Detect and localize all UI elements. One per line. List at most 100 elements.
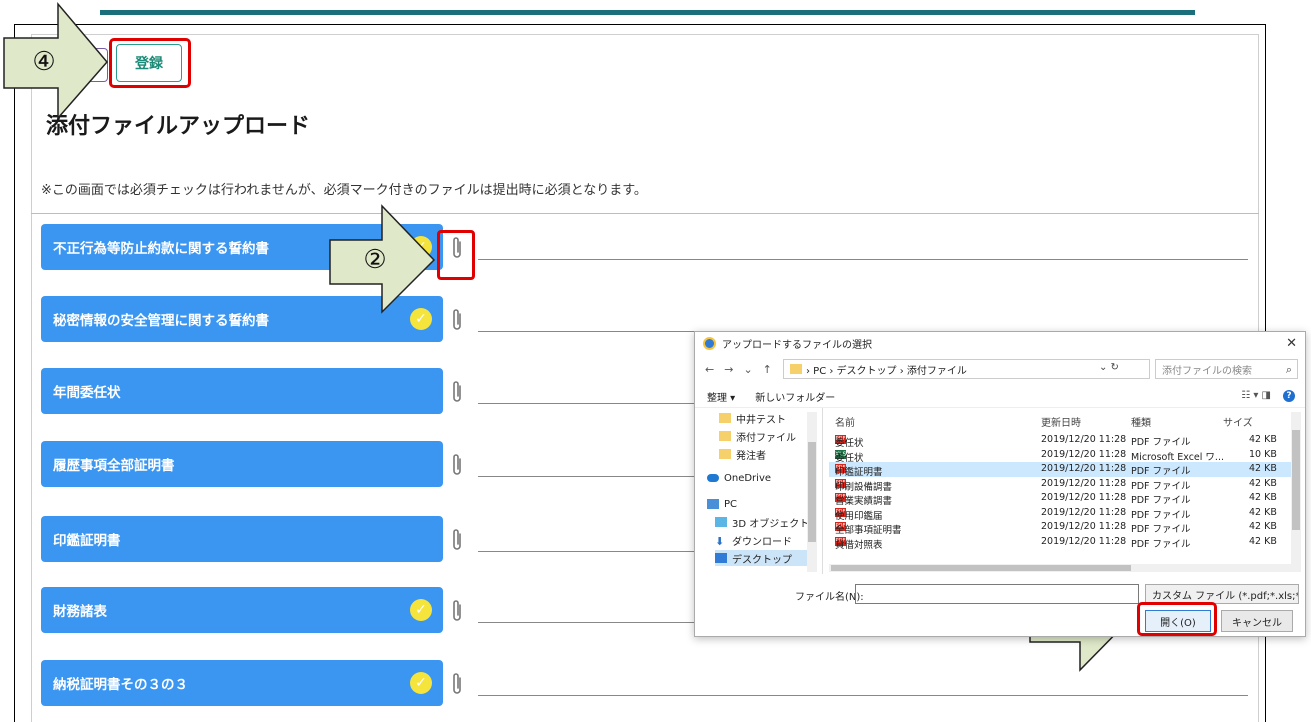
- pc-icon: [707, 499, 719, 509]
- tree-item-label: 発注者: [736, 450, 766, 462]
- up-arrow-icon[interactable]: ↑: [763, 363, 772, 376]
- search-input[interactable]: 添付ファイルの検索 ⌕: [1155, 359, 1298, 379]
- back-button-partial[interactable]: [84, 48, 108, 82]
- horizontal-scrollbar[interactable]: [829, 564, 1291, 572]
- list-scrollbar[interactable]: [1291, 412, 1301, 572]
- tree-item[interactable]: OneDrive: [707, 470, 771, 486]
- refresh-icon[interactable]: ⌄ ↻: [1099, 362, 1119, 373]
- tree-item-label: ダウンロード: [732, 536, 792, 548]
- file-date: 2019/12/20 11:28: [1041, 506, 1127, 518]
- file-row[interactable]: PDF 全部事項証明書 2019/12/20 11:28 PDF ファイル 42 KB: [829, 520, 1293, 536]
- document-button[interactable]: 年間委任状: [41, 368, 443, 414]
- close-icon[interactable]: ✕: [1286, 336, 1297, 351]
- desktop-icon: [715, 553, 727, 563]
- tree-item[interactable]: 中井テスト: [719, 410, 786, 426]
- paperclip-icon[interactable]: [448, 306, 466, 334]
- document-label: 納税証明書その３の３: [53, 677, 188, 693]
- document-label: 印鑑証明書: [53, 533, 121, 549]
- document-button[interactable]: 秘密情報の安全管理に関する誓約書: [41, 296, 443, 342]
- file-type: PDF ファイル: [1131, 509, 1191, 521]
- address-bar[interactable]: › PC › デスクトップ › 添付ファイル: [783, 359, 1150, 379]
- organize-menu[interactable]: 整理 ▾: [707, 389, 735, 404]
- file-size: 42 KB: [1249, 463, 1277, 474]
- paperclip-icon[interactable]: [448, 451, 466, 479]
- file-type-filter[interactable]: カスタム ファイル (*.pdf;*.xls;*.xlsx;: [1145, 584, 1299, 604]
- tree-item[interactable]: 添付ファイル: [719, 428, 796, 444]
- breadcrumb: › PC › デスクトップ › 添付ファイル: [806, 365, 967, 377]
- folder-icon: [790, 364, 802, 374]
- file-row[interactable]: PDF 営業実績調書 2019/12/20 11:28 PDF ファイル 42 KB: [829, 491, 1293, 507]
- tree-scrollbar[interactable]: [807, 412, 817, 572]
- file-size: 10 KB: [1249, 448, 1277, 460]
- tree-item[interactable]: 発注者: [719, 446, 766, 462]
- marker-2: ②: [363, 245, 387, 275]
- tree-item[interactable]: PC: [707, 496, 737, 512]
- file-list-header: 名前 更新日時 種類 サイズ: [829, 412, 1299, 430]
- file-row[interactable]: XLS 委任状 2019/12/20 11:28 Microsoft Excel ワ.…: [829, 448, 1293, 464]
- file-date: 2019/12/20 11:28: [1041, 434, 1127, 445]
- document-button[interactable]: 印鑑証明書: [41, 516, 443, 562]
- document-button[interactable]: 履歴事項全部証明書: [41, 441, 443, 487]
- file-row[interactable]: PDF 印刷設備調書 2019/12/20 11:28 PDF ファイル 42 KB: [829, 477, 1293, 493]
- file-row[interactable]: PDF 使用印鑑届 2019/12/20 11:28 PDF ファイル 42 KB: [829, 506, 1293, 522]
- file-type: PDF ファイル: [1131, 495, 1191, 506]
- file-date: 2019/12/20 11:28: [1041, 535, 1127, 547]
- page-title: 添付ファイルアップロード: [46, 114, 311, 139]
- marker-4: ④: [32, 47, 56, 77]
- folder-icon: [719, 449, 731, 459]
- file-date: 2019/12/20 11:28: [1041, 492, 1127, 503]
- document-label: 秘密情報の安全管理に関する誓約書: [53, 313, 269, 329]
- file-name-line: [478, 259, 1248, 260]
- paperclip-icon[interactable]: [448, 526, 466, 554]
- forward-arrow-icon[interactable]: →: [724, 363, 733, 376]
- tree-item[interactable]: デスクトップ: [715, 550, 817, 566]
- paperclip-icon[interactable]: [448, 670, 466, 698]
- open-highlight: [1137, 602, 1217, 636]
- document-label: 不正行為等防止約款に関する誓約書: [53, 241, 269, 257]
- 3d-objects-icon: [715, 517, 727, 527]
- file-date: 2019/12/20 11:28: [1041, 521, 1127, 532]
- new-folder-button[interactable]: 新しいフォルダー: [755, 389, 835, 404]
- history-dropdown-icon[interactable]: ⌄: [743, 363, 752, 376]
- file-size: 42 KB: [1249, 506, 1277, 518]
- filename-label: ファイル名(N):: [795, 592, 864, 603]
- column-size[interactable]: サイズ: [1223, 414, 1253, 429]
- column-type[interactable]: 種類: [1131, 414, 1151, 429]
- file-type: PDF ファイル: [1131, 538, 1191, 550]
- document-button[interactable]: 納税証明書その３の３: [41, 660, 443, 706]
- paperclip-icon[interactable]: [448, 597, 466, 625]
- back-arrow-icon[interactable]: ←: [705, 363, 714, 376]
- download-icon: ⬇: [715, 535, 725, 548]
- folder-icon: [719, 413, 731, 423]
- paperclip-icon[interactable]: [448, 378, 466, 406]
- dialog-toolbar: 整理 ▾ 新しいフォルダー: [695, 386, 1305, 408]
- folder-icon: [719, 431, 731, 441]
- file-type: PDF ファイル: [1131, 524, 1191, 535]
- ie-icon: [703, 336, 716, 350]
- file-row[interactable]: PDF 委任状 2019/12/20 11:28 PDF ファイル 42 KB: [829, 433, 1293, 449]
- document-label: 財務諸表: [53, 604, 107, 620]
- filename-input[interactable]: [855, 584, 1139, 604]
- dialog-titlebar: アップロードするファイルの選択: [695, 332, 1305, 354]
- search-placeholder: 添付ファイルの検索: [1162, 365, 1252, 377]
- column-name[interactable]: 名前: [835, 414, 855, 429]
- help-icon[interactable]: ?: [1283, 390, 1295, 402]
- tree-item[interactable]: 3D オブジェクト: [715, 514, 809, 530]
- file-row[interactable]: PDF 印鑑証明書 2019/12/20 11:28 PDF ファイル 42 KB: [829, 462, 1293, 478]
- file-size: 42 KB: [1249, 535, 1277, 547]
- file-type: PDF ファイル: [1131, 437, 1191, 448]
- document-button[interactable]: 財務諸表: [41, 587, 443, 633]
- file-name: 貸借対照表: [835, 539, 883, 551]
- view-mode-icon[interactable]: ☷ ▾ ◨: [1241, 390, 1271, 402]
- tree-item[interactable]: ⬇ ダウンロード: [715, 532, 792, 548]
- clip-highlight: [437, 230, 475, 280]
- check-icon: ✓: [410, 599, 432, 621]
- check-icon: ✓: [410, 308, 432, 330]
- cancel-button[interactable]: キャンセル: [1221, 610, 1293, 632]
- file-row[interactable]: PDF 貸借対照表 2019/12/20 11:28 PDF ファイル 42 KB: [829, 535, 1293, 551]
- file-name-line: [478, 695, 1248, 696]
- navigation-tree: 中井テスト添付ファイル発注者 OneDrive PC 3D オブジェクト ⬇ ダウンロード…: [703, 408, 823, 574]
- file-date: 2019/12/20 11:28: [1041, 477, 1127, 489]
- tree-item-label: PC: [724, 498, 738, 510]
- column-date[interactable]: 更新日時: [1041, 414, 1081, 429]
